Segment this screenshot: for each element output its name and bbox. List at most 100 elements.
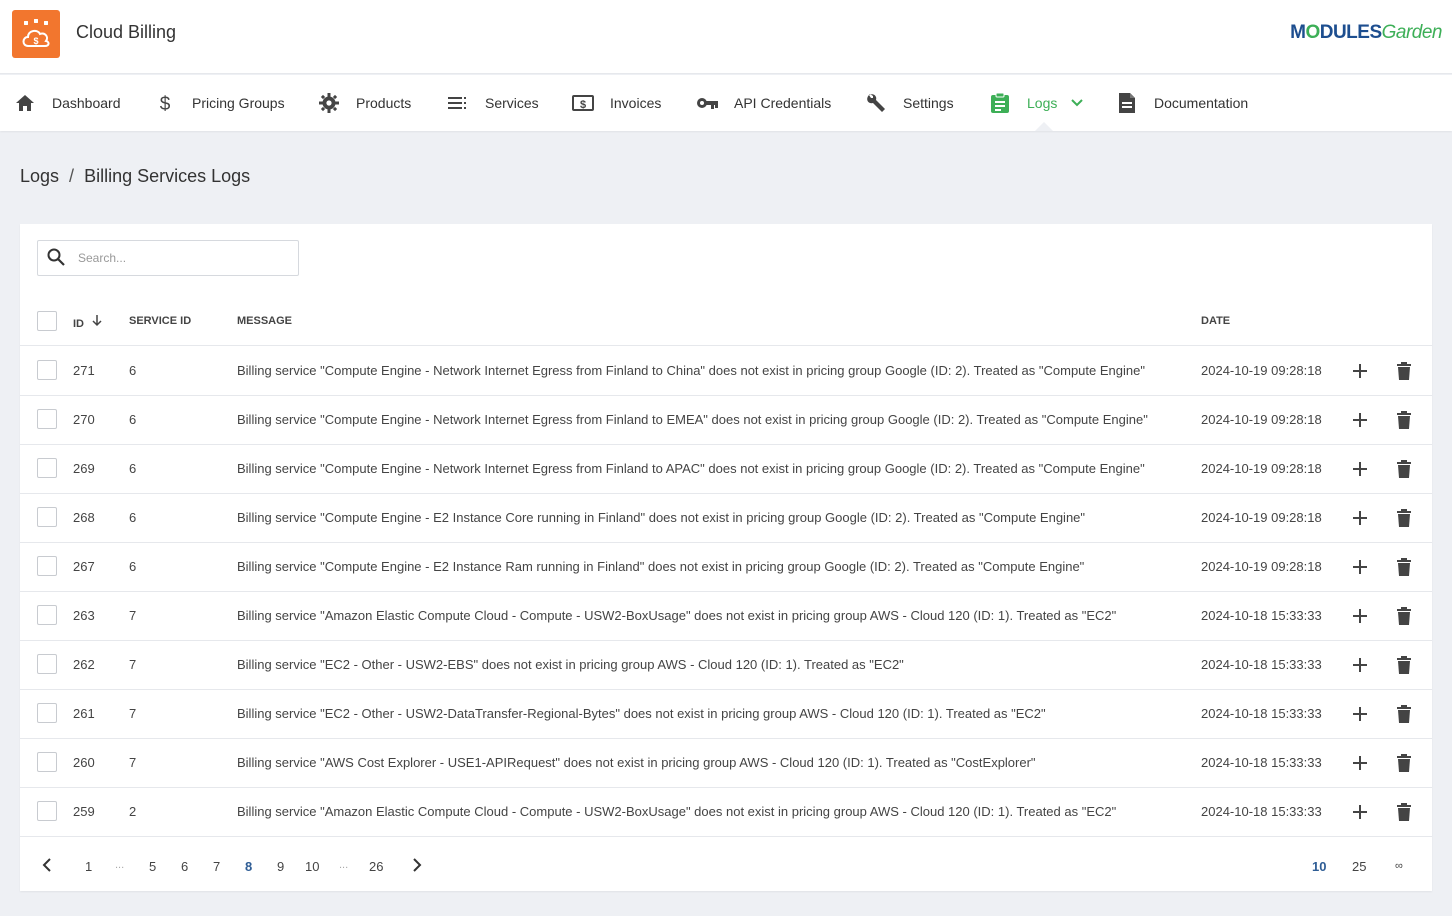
search-icon bbox=[46, 247, 68, 269]
row-checkbox[interactable] bbox=[37, 605, 57, 625]
page-8-current[interactable]: 8 bbox=[245, 859, 252, 874]
expand-plus-icon[interactable] bbox=[1349, 507, 1371, 529]
top-header: $ Cloud Billing MODULESGarden bbox=[0, 0, 1452, 74]
search-input[interactable] bbox=[78, 251, 278, 265]
row-checkbox[interactable] bbox=[37, 556, 57, 576]
select-all-checkbox[interactable] bbox=[37, 311, 57, 331]
row-checkbox[interactable] bbox=[37, 409, 57, 429]
page-26[interactable]: 26 bbox=[369, 859, 383, 874]
row-checkbox[interactable] bbox=[37, 507, 57, 527]
row-date: 2024-10-18 15:33:33 bbox=[1201, 804, 1322, 819]
row-message: Billing service "AWS Cost Explorer - USE… bbox=[237, 755, 1036, 770]
page-10[interactable]: 10 bbox=[305, 859, 319, 874]
table-row[interactable]: 261 7 Billing service "EC2 - Other - USW2-… bbox=[20, 690, 1432, 739]
sort-arrow-down-icon[interactable] bbox=[92, 315, 102, 330]
row-checkbox[interactable] bbox=[37, 458, 57, 478]
column-date[interactable]: DATE bbox=[1201, 315, 1230, 327]
delete-trash-icon[interactable] bbox=[1393, 507, 1415, 529]
row-service-id: 7 bbox=[129, 706, 137, 721]
breadcrumb-logs[interactable]: Logs bbox=[20, 166, 59, 187]
breadcrumb: Logs / Billing Services Logs bbox=[20, 166, 250, 187]
table-header: ID SERVICE ID MESSAGE DATE bbox=[20, 299, 1432, 346]
table-row[interactable]: 263 7 Billing service "Amazon Elastic Comp… bbox=[20, 592, 1432, 641]
row-checkbox[interactable] bbox=[37, 703, 57, 723]
expand-plus-icon[interactable] bbox=[1349, 409, 1371, 431]
expand-plus-icon[interactable] bbox=[1349, 556, 1371, 578]
expand-plus-icon[interactable] bbox=[1349, 458, 1371, 480]
table-row[interactable]: 270 6 Billing service "Compute Engine - Ne… bbox=[20, 396, 1432, 445]
expand-plus-icon[interactable] bbox=[1349, 605, 1371, 627]
table-row[interactable]: 267 6 Billing service "Compute Engine - E2… bbox=[20, 543, 1432, 592]
page-size-10[interactable]: 10 bbox=[1312, 859, 1326, 874]
page-9[interactable]: 9 bbox=[277, 859, 284, 874]
nav-settings[interactable]: Settings bbox=[865, 75, 954, 131]
row-service-id: 7 bbox=[129, 755, 137, 770]
delete-trash-icon[interactable] bbox=[1393, 360, 1415, 382]
row-message: Billing service "Compute Engine - E2 Ins… bbox=[237, 559, 1085, 574]
expand-plus-icon[interactable] bbox=[1349, 703, 1371, 725]
expand-plus-icon[interactable] bbox=[1349, 360, 1371, 382]
expand-plus-icon[interactable] bbox=[1349, 654, 1371, 676]
page-size-25[interactable]: 25 bbox=[1352, 859, 1366, 874]
row-checkbox[interactable] bbox=[37, 801, 57, 821]
table-row[interactable]: 268 6 Billing service "Compute Engine - E2… bbox=[20, 494, 1432, 543]
page-1[interactable]: 1 bbox=[85, 859, 92, 874]
row-id: 269 bbox=[73, 461, 95, 476]
row-id: 262 bbox=[73, 657, 95, 672]
column-message[interactable]: MESSAGE bbox=[237, 315, 292, 327]
nav-api-credentials[interactable]: API Credentials bbox=[696, 75, 831, 131]
row-checkbox[interactable] bbox=[37, 752, 57, 772]
search-box[interactable] bbox=[37, 240, 299, 276]
brand-letter-m: M bbox=[1290, 22, 1306, 43]
expand-plus-icon[interactable] bbox=[1349, 752, 1371, 774]
row-checkbox[interactable] bbox=[37, 654, 57, 674]
nav-invoices-label: Invoices bbox=[610, 95, 662, 111]
row-service-id: 6 bbox=[129, 363, 137, 378]
delete-trash-icon[interactable] bbox=[1393, 654, 1415, 676]
delete-trash-icon[interactable] bbox=[1393, 801, 1415, 823]
delete-trash-icon[interactable] bbox=[1393, 458, 1415, 480]
clipboard-icon bbox=[989, 92, 1011, 114]
table-row[interactable]: 259 2 Billing service "Amazon Elastic Comp… bbox=[20, 788, 1432, 837]
table-row[interactable]: 271 6 Billing service "Compute Engine - Ne… bbox=[20, 347, 1432, 396]
table-row[interactable]: 260 7 Billing service "AWS Cost Explorer -… bbox=[20, 739, 1432, 788]
delete-trash-icon[interactable] bbox=[1393, 605, 1415, 627]
list-icon bbox=[447, 92, 469, 114]
nav-services[interactable]: Services bbox=[447, 75, 539, 131]
column-service-id[interactable]: SERVICE ID bbox=[129, 315, 191, 327]
page-5[interactable]: 5 bbox=[149, 859, 156, 874]
delete-trash-icon[interactable] bbox=[1393, 556, 1415, 578]
row-date: 2024-10-18 15:33:33 bbox=[1201, 706, 1322, 721]
delete-trash-icon[interactable] bbox=[1393, 409, 1415, 431]
column-id-label: ID bbox=[73, 318, 84, 330]
chevron-down-icon[interactable] bbox=[1071, 99, 1084, 107]
pagination: 1 ... 5 6 7 8 9 10 ... 26 10 25 ∞ bbox=[20, 843, 1432, 891]
nav-dashboard[interactable]: Dashboard bbox=[14, 75, 121, 131]
table-row[interactable]: 262 7 Billing service "EC2 - Other - USW2-… bbox=[20, 641, 1432, 690]
expand-plus-icon[interactable] bbox=[1349, 801, 1371, 823]
delete-trash-icon[interactable] bbox=[1393, 752, 1415, 774]
page-size-all[interactable]: ∞ bbox=[1395, 860, 1403, 872]
delete-trash-icon[interactable] bbox=[1393, 703, 1415, 725]
page-6[interactable]: 6 bbox=[181, 859, 188, 874]
table-row[interactable]: 269 6 Billing service "Compute Engine - Ne… bbox=[20, 445, 1432, 494]
nav-pricing-groups[interactable]: $ Pricing Groups bbox=[154, 75, 285, 131]
column-id[interactable]: ID bbox=[73, 315, 102, 330]
nav-products[interactable]: Products bbox=[318, 75, 411, 131]
page-7[interactable]: 7 bbox=[213, 859, 220, 874]
pagination-ellipsis: ... bbox=[115, 859, 125, 871]
wrench-icon bbox=[865, 92, 887, 114]
nav-invoices[interactable]: $ Invoices bbox=[572, 75, 661, 131]
invoice-icon: $ bbox=[572, 92, 594, 114]
row-message: Billing service "EC2 - Other - USW2-Data… bbox=[237, 706, 1046, 721]
breadcrumb-current: Billing Services Logs bbox=[84, 166, 251, 186]
row-checkbox[interactable] bbox=[37, 360, 57, 380]
row-message: Billing service "Compute Engine - E2 Ins… bbox=[237, 510, 1086, 525]
svg-text:$: $ bbox=[580, 99, 586, 111]
nav-documentation[interactable]: Documentation bbox=[1116, 75, 1248, 131]
row-date: 2024-10-19 09:28:18 bbox=[1201, 510, 1322, 525]
prev-page-chevron-left-icon[interactable] bbox=[42, 858, 52, 875]
cloud-billing-logo[interactable]: $ bbox=[12, 10, 60, 58]
next-page-chevron-right-icon[interactable] bbox=[412, 858, 422, 875]
row-service-id: 7 bbox=[129, 608, 137, 623]
